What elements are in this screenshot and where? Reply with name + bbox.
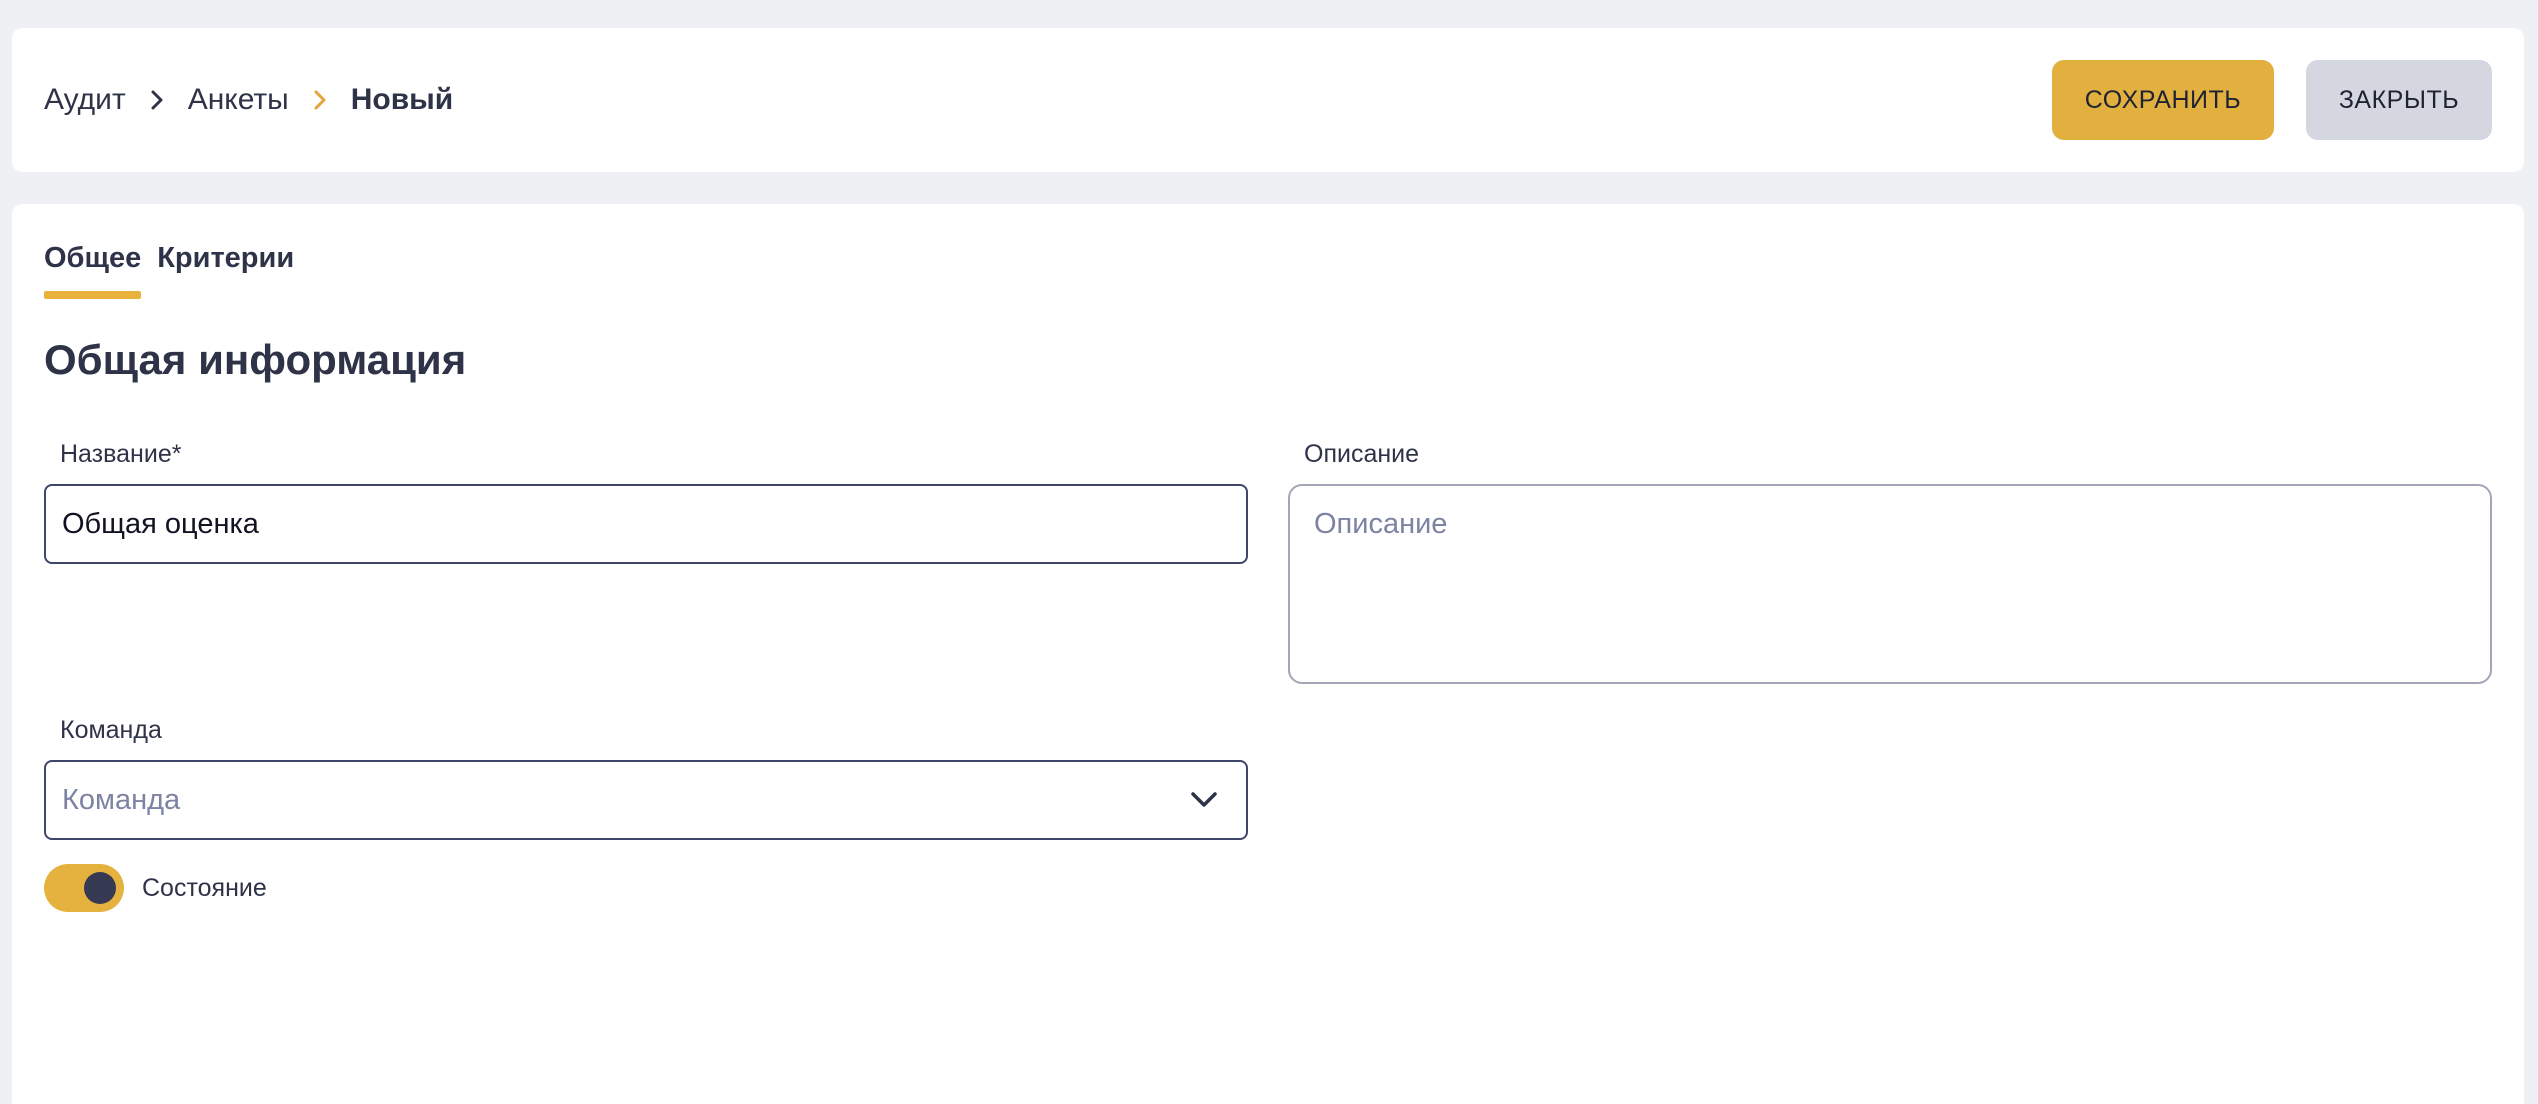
- breadcrumb: Аудит Анкеты Новый: [44, 28, 453, 172]
- name-input[interactable]: [44, 484, 1248, 564]
- team-field-label: Команда: [60, 716, 162, 744]
- tab-general[interactable]: Общее: [44, 242, 142, 299]
- name-field-label: Название*: [60, 440, 182, 468]
- state-toggle-row: Состояние: [44, 864, 267, 912]
- breadcrumb-item-questionnaires[interactable]: Анкеты: [188, 83, 289, 117]
- breadcrumb-item-current: Новый: [350, 83, 454, 116]
- breadcrumb-item-audit[interactable]: Аудит: [44, 83, 126, 117]
- state-toggle-label: Состояние: [142, 873, 267, 902]
- main-panel: Общее Критерии Общая информация Название…: [12, 204, 2524, 1104]
- chevron-down-icon: [1191, 792, 1217, 807]
- tab-criteria[interactable]: Критерии: [157, 242, 294, 299]
- description-textarea[interactable]: [1288, 484, 2492, 684]
- tab-bar: Общее Критерии: [44, 242, 310, 299]
- description-field-label: Описание: [1304, 440, 1420, 468]
- chevron-right-icon: [150, 89, 164, 111]
- chevron-right-icon: [313, 89, 327, 111]
- state-toggle[interactable]: [44, 864, 124, 912]
- team-select[interactable]: Команда: [44, 760, 1248, 840]
- section-title: Общая информация: [44, 336, 467, 383]
- close-button[interactable]: ЗАКРЫТЬ: [2306, 60, 2492, 140]
- toggle-knob: [84, 872, 116, 904]
- top-bar: Аудит Анкеты Новый СОХРАНИТЬ ЗАКРЫТЬ: [12, 28, 2524, 172]
- team-select-placeholder: Команда: [62, 783, 181, 816]
- save-button[interactable]: СОХРАНИТЬ: [2052, 60, 2274, 140]
